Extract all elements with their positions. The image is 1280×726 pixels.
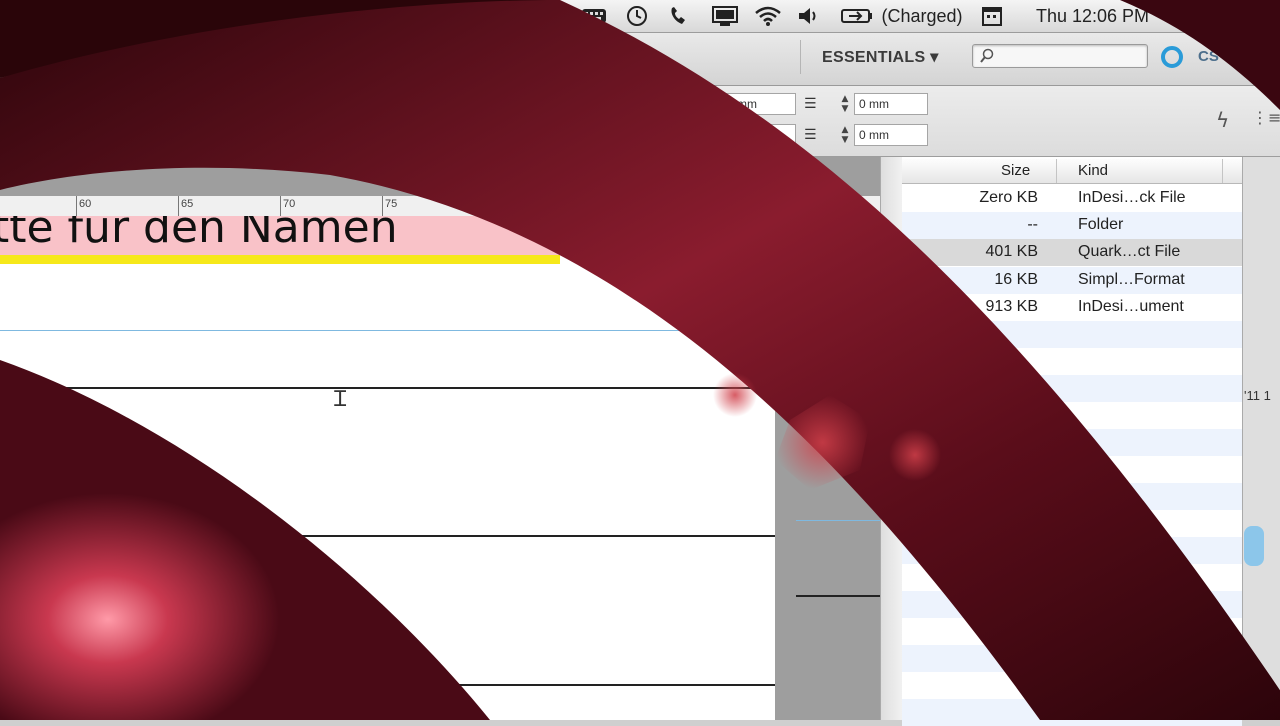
background-window-edge (1242, 157, 1280, 720)
search-input[interactable] (972, 44, 1148, 68)
guide-line[interactable] (0, 330, 780, 331)
space-before-stepper[interactable]: ▲ ▼ (706, 94, 720, 116)
menu-bar: (Charged) Thu 12:06 PM (0, 0, 1280, 33)
file-size: 401 KB (985, 243, 1038, 260)
right-indent-field[interactable]: 0 mm (854, 93, 928, 115)
time-machine-icon[interactable] (624, 5, 650, 27)
quick-apply-icon[interactable]: ϟ (1216, 108, 1229, 132)
right-indent-icon: ☰ (804, 96, 817, 112)
horizontal-ruler[interactable]: 60 65 70 75 (0, 196, 880, 217)
file-size: 913 KB (985, 298, 1038, 315)
row-stripe (902, 375, 1242, 402)
right-indent-stepper[interactable]: ▲ ▼ (838, 94, 852, 116)
phone-icon[interactable] (666, 5, 690, 27)
file-size: -- (1027, 216, 1038, 233)
battery-status: (Charged) (881, 5, 963, 26)
space-after-field[interactable]: mm (722, 124, 796, 146)
file-row[interactable]: 16 KB Simpl…Format (902, 267, 1242, 294)
row-stripe (902, 483, 1242, 510)
ruler-label: 75 (385, 198, 398, 210)
row-stripe (902, 645, 1242, 672)
keyboard-icon[interactable] (580, 5, 608, 27)
ruler-label: 70 (283, 198, 296, 210)
vertical-scale-icon: T (60, 93, 77, 119)
form-line (0, 535, 775, 537)
pasteboard-line (796, 595, 880, 597)
yellow-rule (0, 255, 560, 264)
no-fill-swatch-icon[interactable] (218, 124, 242, 148)
row-stripe (902, 591, 1242, 618)
cs-live-icon[interactable] (1161, 46, 1183, 68)
workspace-switcher[interactable]: ESSENTIALS ▾ (822, 47, 939, 67)
file-size: Zero KB (979, 189, 1038, 206)
skew-field[interactable]: 0° (110, 124, 200, 146)
file-kind: InDesi…ck File (1078, 189, 1186, 206)
row-stripe (902, 699, 1242, 726)
search-icon (980, 48, 994, 63)
file-row[interactable]: 913 KB InDesi…ument (902, 294, 1242, 321)
file-row[interactable]: -- Folder (902, 212, 1242, 239)
skew-stepper[interactable]: ▲ ▼ (95, 125, 109, 147)
partial-date-text: '11 1 (1244, 388, 1271, 403)
vertical-scale-field[interactable]: 100% (110, 93, 200, 115)
file-kind: InDesi…ument (1078, 298, 1184, 315)
appbar-divider (800, 40, 801, 74)
last-line-indent-field[interactable]: 0 mm (854, 124, 928, 146)
text-frame-band[interactable]: tte für den Namen (0, 216, 560, 256)
row-stripe (902, 537, 1242, 564)
select-arrows-icon[interactable]: ⇕ (28, 95, 46, 113)
last-line-indent-stepper[interactable]: ▲ ▼ (838, 125, 852, 147)
row-stripe (902, 429, 1242, 456)
text-cursor-icon: Ɪ (334, 387, 347, 412)
vertical-scrollbar[interactable] (880, 157, 903, 720)
form-line (0, 684, 775, 686)
extras-icon[interactable] (546, 5, 568, 27)
wifi-icon[interactable] (752, 5, 784, 27)
file-row-selected[interactable]: 401 KB Quark…ct File (902, 239, 1242, 266)
finder-column-header: Size Kind (902, 159, 1242, 184)
file-size: 16 KB (994, 271, 1038, 288)
calendar-icon[interactable] (980, 5, 1004, 27)
battery-icon[interactable] (840, 5, 874, 27)
row-stripe (902, 321, 1242, 348)
pasteboard-guide (796, 520, 880, 521)
space-before-field[interactable]: 2 mm (722, 93, 796, 115)
size-column-header[interactable]: Size (1001, 162, 1030, 179)
scale-stepper[interactable]: ▲ ▼ (95, 94, 109, 116)
cs-live-label[interactable]: CS (1198, 48, 1219, 65)
band-text: tte für den Namen (0, 216, 398, 253)
chat-bubble-icon (1244, 526, 1264, 566)
ruler-label: 60 (79, 198, 92, 210)
skew-icon: T (62, 123, 79, 149)
form-line (0, 387, 775, 389)
volume-icon[interactable] (796, 5, 822, 27)
file-row[interactable]: Zero KB InDesi…ck File (902, 185, 1242, 212)
kind-column-header[interactable]: Kind (1078, 162, 1108, 179)
file-kind: Simpl…Format (1078, 271, 1185, 288)
display-icon[interactable] (710, 5, 740, 27)
menubar-clock[interactable]: Thu 12:06 PM (1020, 5, 1165, 27)
file-kind: Quark…ct File (1078, 243, 1181, 260)
document-page[interactable] (0, 216, 775, 720)
file-kind: Folder (1078, 216, 1124, 233)
ruler-label: 65 (181, 198, 194, 210)
panel-menu-icon[interactable]: ⋮≡ (1252, 108, 1280, 127)
last-line-indent-icon: ☰ (804, 127, 817, 143)
leading-field[interactable] (0, 124, 50, 146)
